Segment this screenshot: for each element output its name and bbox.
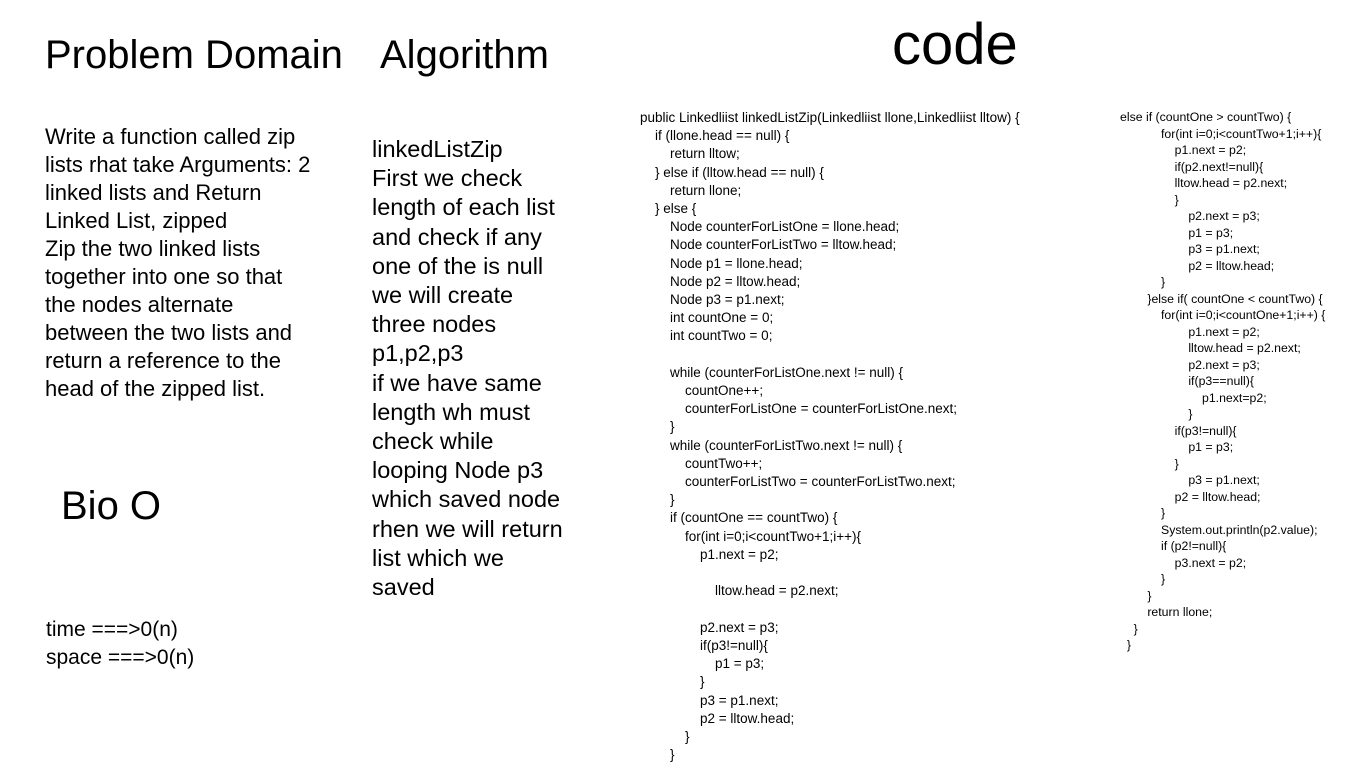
problem-domain-heading: Problem Domain	[45, 33, 343, 77]
code-block-continued: else if (countOne > countTwo) { for(int …	[1120, 110, 1326, 652]
code-heading: code	[892, 12, 1018, 77]
algorithm-description: linkedListZip First we check length of e…	[372, 136, 563, 601]
problem-description: Write a function called zip lists rhat t…	[45, 124, 311, 401]
code-block-main: public Linkedliist linkedListZip(Linkedl…	[640, 110, 1020, 763]
algorithm-heading: Algorithm	[380, 33, 549, 77]
complexity-text: time ===>0(n) space ===>0(n)	[46, 618, 195, 669]
big-o-heading: Bio O	[61, 484, 162, 528]
